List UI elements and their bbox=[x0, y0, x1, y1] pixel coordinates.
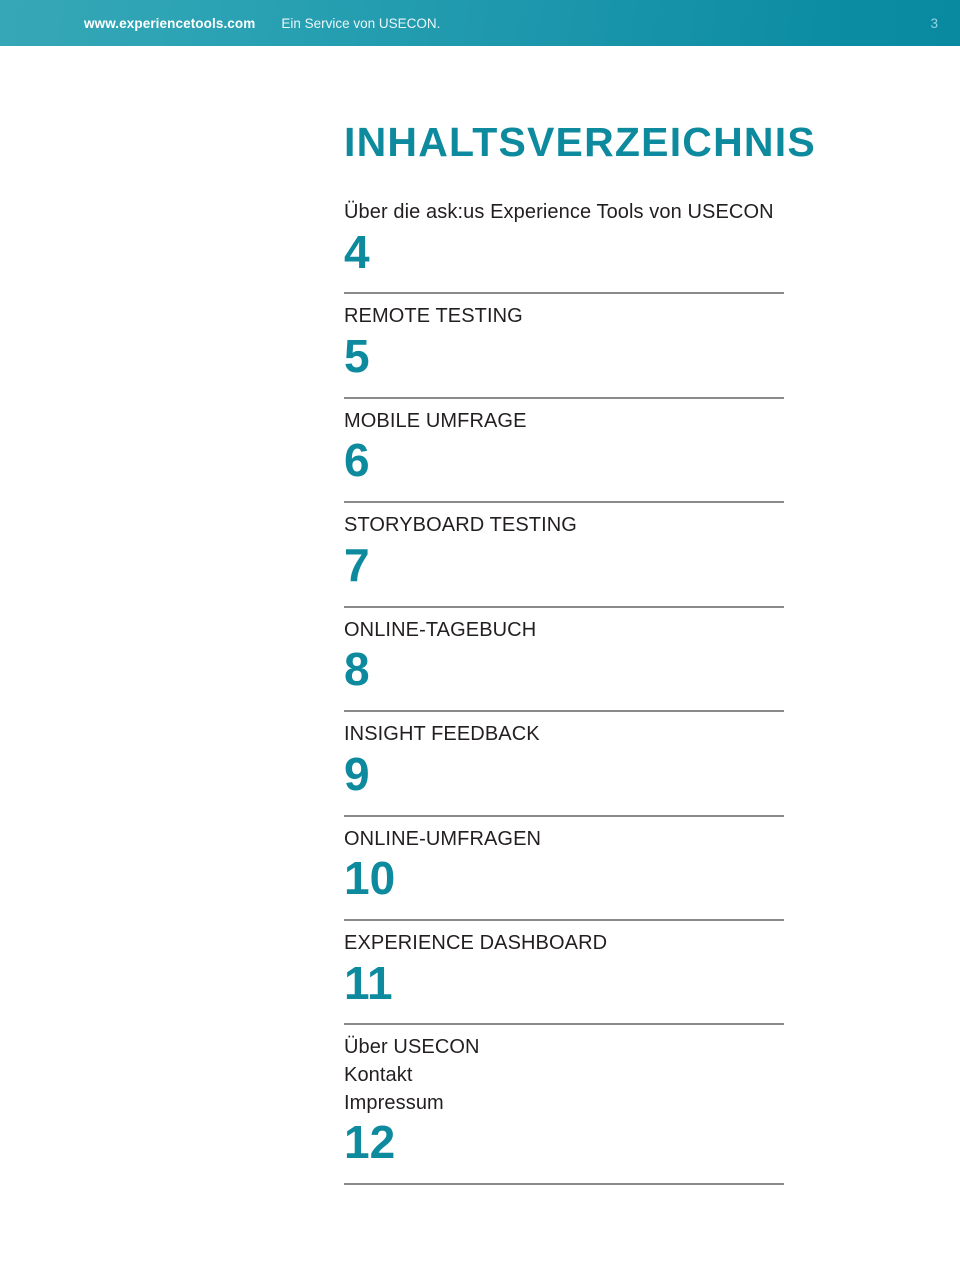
toc-entry-page-number: 7 bbox=[344, 538, 370, 591]
toc-entry-label: Über USECON bbox=[344, 1036, 480, 1059]
toc-entry-label: MOBILE UMFRAGE bbox=[344, 409, 527, 432]
toc-entry[interactable]: EXPERIENCE DASHBOARD 11 bbox=[344, 921, 784, 1026]
toc-entry[interactable]: STORYBOARD TESTING 7 bbox=[344, 503, 784, 608]
toc-entry-label: Impressum bbox=[344, 1091, 444, 1114]
toc-entry-label: EXPERIENCE DASHBOARD bbox=[344, 931, 608, 954]
toc-entry-labels: INSIGHT FEEDBACK bbox=[344, 721, 784, 749]
toc-entry[interactable]: ONLINE-UMFRAGEN 10 bbox=[344, 817, 784, 921]
toc-entry-page-number: 5 bbox=[344, 330, 370, 383]
toc-content: INHALTSVERZEICHNIS Über die ask:us Exper… bbox=[344, 46, 816, 1185]
toc-entry-page-number: 4 bbox=[344, 225, 370, 278]
toc-entry-labels: Über USECON Kontakt Impressum bbox=[344, 1034, 784, 1117]
page-title: INHALTSVERZEICHNIS bbox=[344, 119, 816, 165]
toc-entry-page-number: 11 bbox=[344, 956, 393, 1009]
toc-entry-label: STORYBOARD TESTING bbox=[344, 514, 577, 537]
toc-entry-labels: ONLINE-TAGEBUCH bbox=[344, 617, 784, 645]
toc-entry-labels: EXPERIENCE DASHBOARD bbox=[344, 930, 784, 958]
toc-entry-labels: REMOTE TESTING bbox=[344, 303, 784, 331]
page-header: www.experiencetools.com Ein Service von … bbox=[0, 0, 960, 46]
toc-entry-labels: STORYBOARD TESTING bbox=[344, 512, 784, 540]
toc-entry[interactable]: REMOTE TESTING 5 bbox=[344, 294, 784, 399]
toc-entry-page-number: 9 bbox=[344, 747, 370, 800]
toc-entry-page-number: 12 bbox=[344, 1116, 396, 1169]
header-site-url[interactable]: www.experiencetools.com bbox=[84, 16, 255, 31]
toc-entry-label: INSIGHT FEEDBACK bbox=[344, 723, 540, 746]
toc-entry[interactable]: Über die ask:us Experience Tools von USE… bbox=[344, 199, 784, 295]
toc-entry[interactable]: Über USECON Kontakt Impressum 12 bbox=[344, 1025, 784, 1185]
header-page-number: 3 bbox=[930, 15, 938, 31]
toc-entry-label: ONLINE-UMFRAGEN bbox=[344, 827, 542, 850]
toc-entry-label: Kontakt bbox=[344, 1063, 413, 1086]
toc-entry-labels: Über die ask:us Experience Tools von USE… bbox=[344, 199, 784, 227]
toc-entry-label: REMOTE TESTING bbox=[344, 305, 523, 328]
toc-entry-page-number: 10 bbox=[344, 852, 396, 905]
header-tagline: Ein Service von USECON. bbox=[281, 15, 441, 31]
toc-entry-label: ONLINE-TAGEBUCH bbox=[344, 618, 537, 641]
toc-entry-page-number: 8 bbox=[344, 643, 370, 696]
toc-entry-page-number: 6 bbox=[344, 434, 370, 487]
toc-entry[interactable]: INSIGHT FEEDBACK 9 bbox=[344, 712, 784, 817]
toc-entry-labels: MOBILE UMFRAGE bbox=[344, 408, 784, 436]
toc-entry-labels: ONLINE-UMFRAGEN bbox=[344, 826, 784, 854]
toc-list: Über die ask:us Experience Tools von USE… bbox=[344, 199, 784, 1185]
toc-entry[interactable]: MOBILE UMFRAGE 6 bbox=[344, 399, 784, 504]
toc-entry-label: Über die ask:us Experience Tools von USE… bbox=[344, 201, 774, 223]
toc-entry[interactable]: ONLINE-TAGEBUCH 8 bbox=[344, 608, 784, 713]
